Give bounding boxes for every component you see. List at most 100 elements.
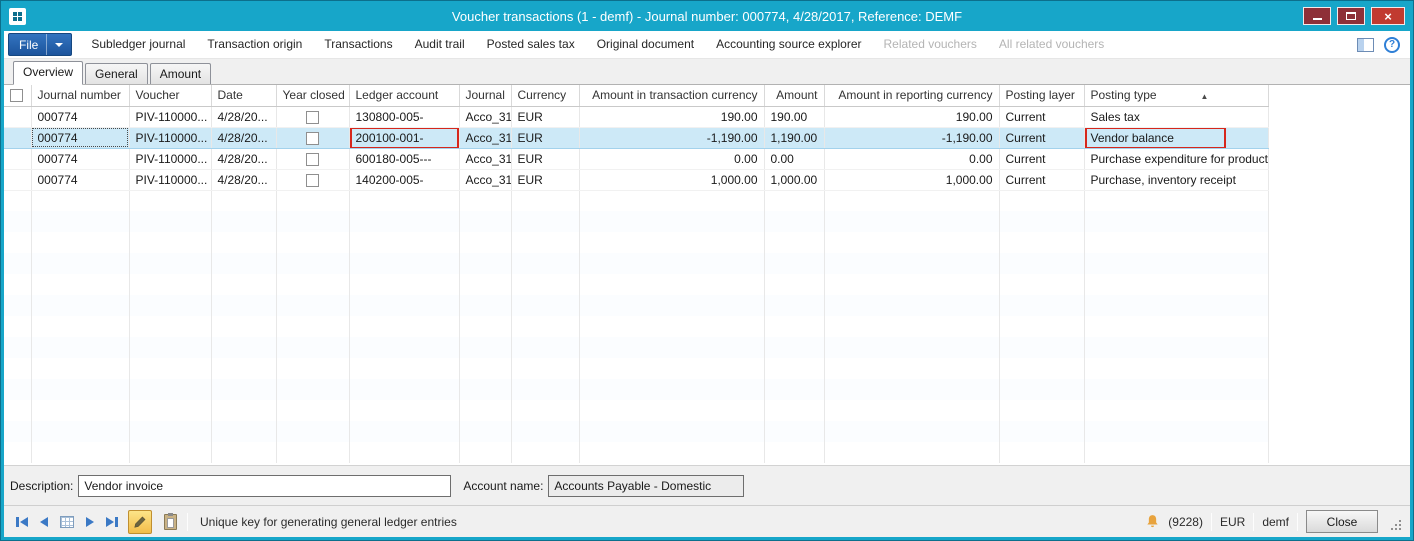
col-currency[interactable]: Currency	[511, 85, 579, 106]
cell-date[interactable]: 4/28/20...	[211, 127, 276, 148]
cell-ledger-account[interactable]: 600180-005---	[349, 148, 459, 169]
table-row[interactable]: 000774 PIV-110000... 4/28/20... 130800-0…	[4, 106, 1268, 127]
cell-amount-reporting[interactable]: 0.00	[824, 148, 999, 169]
cell-journal-number[interactable]: 000774	[31, 169, 129, 190]
cell-voucher[interactable]: PIV-110000...	[129, 169, 211, 190]
row-select-cell[interactable]	[4, 148, 31, 169]
menu-item-transaction-origin[interactable]: Transaction origin	[196, 31, 313, 58]
menu-item-accounting-source-explorer[interactable]: Accounting source explorer	[705, 31, 872, 58]
cell-amount-transaction[interactable]: 190.00	[579, 106, 764, 127]
cell-journal[interactable]: Acco_31	[459, 148, 511, 169]
col-amount[interactable]: Amount	[764, 85, 824, 106]
cell-year-closed[interactable]	[276, 169, 349, 190]
company-indicator[interactable]: demf	[1262, 515, 1289, 529]
cell-amount[interactable]: 0.00	[764, 148, 824, 169]
menu-item-subledger-journal[interactable]: Subledger journal	[80, 31, 196, 58]
cell-posting-layer[interactable]: Current	[999, 169, 1084, 190]
row-select-cell[interactable]	[4, 169, 31, 190]
col-posting-type[interactable]: Posting type▲	[1084, 85, 1268, 106]
col-amount-transaction[interactable]: Amount in transaction currency	[579, 85, 764, 106]
paste-icon[interactable]	[164, 514, 177, 530]
cell-posting-type[interactable]: Purchase, inventory receipt	[1084, 169, 1268, 190]
maximize-button[interactable]	[1337, 7, 1365, 25]
select-all-header[interactable]	[4, 85, 31, 106]
cell-date[interactable]: 4/28/20...	[211, 106, 276, 127]
cell-posting-type[interactable]: Vendor balance	[1084, 127, 1268, 148]
file-menu-button[interactable]: File	[8, 33, 72, 56]
first-record-button[interactable]	[16, 517, 28, 527]
tab-amount[interactable]: Amount	[150, 63, 211, 84]
next-record-button[interactable]	[86, 517, 94, 527]
cell-currency[interactable]: EUR	[511, 169, 579, 190]
table-row[interactable]: 000774 PIV-110000... 4/28/20... 140200-0…	[4, 169, 1268, 190]
cell-year-closed[interactable]	[276, 106, 349, 127]
row-select-cell[interactable]	[4, 127, 31, 148]
account-name-input[interactable]	[548, 475, 744, 497]
cell-ledger-account[interactable]: 140200-005-	[349, 169, 459, 190]
cell-journal-number[interactable]: 000774	[31, 148, 129, 169]
close-window-button[interactable]: ×	[1371, 7, 1405, 25]
cell-voucher[interactable]: PIV-110000...	[129, 127, 211, 148]
table-row[interactable]: 000774 PIV-110000... 4/28/20... 600180-0…	[4, 148, 1268, 169]
resize-grip[interactable]	[1388, 517, 1402, 531]
notification-count[interactable]: (9228)	[1168, 515, 1203, 529]
tab-general[interactable]: General	[85, 63, 148, 84]
cell-journal[interactable]: Acco_31	[459, 127, 511, 148]
col-ledger-account[interactable]: Ledger account	[349, 85, 459, 106]
cell-journal[interactable]: Acco_31	[459, 106, 511, 127]
cell-amount-reporting[interactable]: -1,190.00	[824, 127, 999, 148]
cell-amount[interactable]: 1,190.00	[764, 127, 824, 148]
year-closed-checkbox[interactable]	[306, 153, 319, 166]
previous-record-button[interactable]	[40, 517, 48, 527]
tab-overview[interactable]: Overview	[13, 61, 83, 85]
grid-layout-icon[interactable]	[1357, 38, 1374, 52]
cell-ledger-account[interactable]: 130800-005-	[349, 106, 459, 127]
col-journal[interactable]: Journal	[459, 85, 511, 106]
description-input[interactable]	[78, 475, 451, 497]
cell-posting-layer[interactable]: Current	[999, 127, 1084, 148]
cell-journal-number[interactable]: 000774	[31, 106, 129, 127]
col-voucher[interactable]: Voucher	[129, 85, 211, 106]
edit-record-button[interactable]	[128, 510, 152, 534]
file-menu-dropdown[interactable]	[46, 34, 71, 55]
close-button[interactable]: Close	[1306, 510, 1378, 533]
cell-currency[interactable]: EUR	[511, 127, 579, 148]
cell-currency[interactable]: EUR	[511, 148, 579, 169]
cell-journal-number[interactable]: 000774	[31, 127, 129, 148]
menu-item-transactions[interactable]: Transactions	[313, 31, 403, 58]
cell-currency[interactable]: EUR	[511, 106, 579, 127]
year-closed-checkbox[interactable]	[306, 111, 319, 124]
cell-amount[interactable]: 190.00	[764, 106, 824, 127]
cell-posting-layer[interactable]: Current	[999, 106, 1084, 127]
cell-amount-reporting[interactable]: 190.00	[824, 106, 999, 127]
grid-view-button[interactable]	[60, 516, 74, 528]
cell-ledger-account[interactable]: 200100-001-	[349, 127, 459, 148]
menu-item-posted-sales-tax[interactable]: Posted sales tax	[476, 31, 586, 58]
year-closed-checkbox[interactable]	[306, 174, 319, 187]
table-row-selected[interactable]: 000774 PIV-110000... 4/28/20... 200100-0…	[4, 127, 1268, 148]
cell-amount-transaction[interactable]: -1,190.00	[579, 127, 764, 148]
col-amount-reporting[interactable]: Amount in reporting currency	[824, 85, 999, 106]
cell-voucher[interactable]: PIV-110000...	[129, 148, 211, 169]
cell-journal[interactable]: Acco_31	[459, 169, 511, 190]
year-closed-checkbox[interactable]	[306, 132, 319, 145]
cell-year-closed[interactable]	[276, 148, 349, 169]
select-all-checkbox[interactable]	[10, 89, 23, 102]
minimize-button[interactable]	[1303, 7, 1331, 25]
cell-amount-transaction[interactable]: 0.00	[579, 148, 764, 169]
col-journal-number[interactable]: Journal number	[31, 85, 129, 106]
menu-item-original-document[interactable]: Original document	[586, 31, 705, 58]
cell-amount-reporting[interactable]: 1,000.00	[824, 169, 999, 190]
cell-posting-type[interactable]: Purchase expenditure for product	[1084, 148, 1268, 169]
notification-bell-icon[interactable]	[1145, 514, 1160, 529]
menu-item-audit-trail[interactable]: Audit trail	[404, 31, 476, 58]
titlebar[interactable]: Voucher transactions (1 - demf) - Journa…	[4, 1, 1410, 31]
cell-voucher[interactable]: PIV-110000...	[129, 106, 211, 127]
cell-date[interactable]: 4/28/20...	[211, 148, 276, 169]
cell-posting-layer[interactable]: Current	[999, 148, 1084, 169]
last-record-button[interactable]	[106, 517, 118, 527]
row-select-cell[interactable]	[4, 106, 31, 127]
cell-date[interactable]: 4/28/20...	[211, 169, 276, 190]
col-posting-layer[interactable]: Posting layer	[999, 85, 1084, 106]
col-year-closed[interactable]: Year closed	[276, 85, 349, 106]
